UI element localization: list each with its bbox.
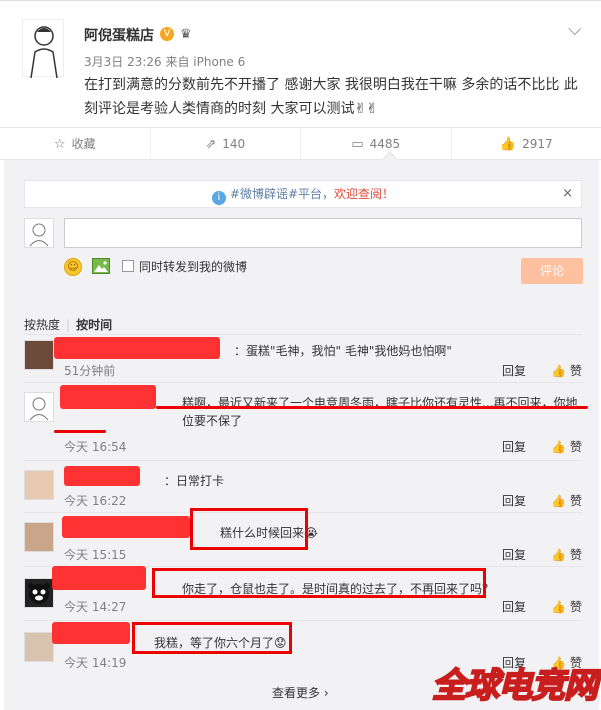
thumbs-up-icon: 👍 [551,548,566,562]
verified-icon: V [160,27,174,41]
star-icon: ☆ [53,137,66,152]
avatar[interactable] [24,392,54,422]
tab-by-time[interactable]: 按时间 [76,318,112,332]
highlight-box [190,508,308,550]
like-button[interactable]: 👍 赞 [551,492,582,509]
underline-mark [156,406,588,409]
highlight-box [132,622,292,654]
repost-button[interactable]: ⇗ 140 [151,128,301,159]
tab-by-hot[interactable]: 按热度 [24,318,60,332]
redaction-mark [60,385,156,409]
comment-time: 今天 16:22 [64,494,127,508]
my-avatar[interactable] [24,218,54,248]
reply-button[interactable]: 回复 [502,438,526,455]
like-button[interactable]: 👍 赞 [551,438,582,455]
comment-input[interactable] [64,218,582,248]
thumbs-up-icon: 👍 [499,137,517,152]
repost-icon: ⇗ [205,137,217,152]
like-button[interactable]: 👍 2917 [452,128,601,159]
divider [24,460,582,461]
highlight-box [152,568,486,598]
like-label: 赞 [569,364,582,378]
reply-button[interactable]: 回复 [502,546,526,563]
divider [24,620,582,621]
comment-time: 今天 14:27 [64,600,127,614]
thumbs-up-icon: 👍 [551,364,566,378]
post-meta: 3月3日 23:26 来自 iPhone 6 [84,55,246,69]
tab-divider: | [66,318,71,332]
comment-text: ：日常打卡 [164,474,225,488]
emoji-icon[interactable]: ☺ [64,258,82,276]
close-icon[interactable]: × [562,181,573,207]
like-button[interactable]: 👍 赞 [551,598,582,615]
favorite-label: 收藏 [71,137,96,151]
comment-icon: ▭ [351,137,364,152]
watermark-logo: 全球电竞网 [431,665,599,707]
submit-comment-button[interactable]: 评论 [521,258,583,284]
comment-time: 今天 16:54 [64,440,127,454]
repost-checkbox[interactable] [122,260,134,272]
avatar[interactable] [24,340,54,370]
redaction-mark [64,466,140,486]
info-icon: i [211,191,226,205]
favorite-button[interactable]: ☆ 收藏 [0,128,151,159]
repost-checkbox-label: 同时转发到我的微博 [139,260,248,274]
comment-count: 4485 [369,137,401,151]
redaction-mark [54,337,220,359]
author-avatar[interactable] [22,19,64,79]
notice-highlight[interactable]: 欢迎查阅！ [334,187,394,201]
comment-time: 今天 15:15 [64,548,127,562]
post-text: 在打到满意的分数前先不开播了 感谢大家 我很明白我在干嘛 多余的话不比比 此刻评… [84,77,578,117]
like-button[interactable]: 👍 赞 [551,546,582,563]
weibo-post: 阿倪蛋糕店 V ♛ 3月3日 23:26 来自 iPhone 6 在打到满意的分… [0,0,601,125]
comment-time: 今天 14:19 [64,656,127,670]
sort-tabs: 按热度 | 按时间 [24,316,112,333]
crown-icon: ♛ [180,27,192,42]
comment-button[interactable]: ▭ 4485 [301,128,452,159]
avatar[interactable] [24,470,54,500]
reply-button[interactable]: 回复 [502,598,526,615]
rumor-notice: i #微博辟谣#平台，欢迎查阅！ × [24,180,582,208]
comment-time: 51分钟前 [64,364,116,378]
divider [24,382,582,383]
avatar[interactable] [24,632,54,662]
thumbs-up-icon: 👍 [551,440,566,454]
chevron-down-icon[interactable]: ⌵ [568,19,582,40]
view-more-link[interactable]: 查看更多 › [272,684,329,701]
notice-link[interactable]: #微博辟谣#平台， [230,187,334,201]
divider [24,334,582,335]
like-button[interactable]: 👍 赞 [551,362,582,379]
like-label: 赞 [569,548,582,562]
picture-icon[interactable] [92,258,110,274]
thumbs-up-icon: 👍 [551,494,566,508]
redaction-mark [52,566,146,590]
redaction-mark [62,516,190,538]
like-count: 2917 [522,137,553,151]
repost-count: 140 [222,137,246,151]
like-label: 赞 [569,600,582,614]
underline-mark [54,430,106,433]
reply-button[interactable]: 回复 [502,362,526,379]
reply-button[interactable]: 回复 [502,492,526,509]
redaction-mark [52,622,130,644]
avatar[interactable] [24,578,54,608]
like-label: 赞 [569,440,582,454]
post-action-bar: ☆ 收藏 ⇗ 140 ▭ 4485 👍 2917 [0,127,601,160]
like-label: 赞 [569,494,582,508]
avatar[interactable] [24,522,54,552]
thumbs-up-icon: 👍 [551,600,566,614]
author-name[interactable]: 阿倪蛋糕店 [84,25,154,45]
